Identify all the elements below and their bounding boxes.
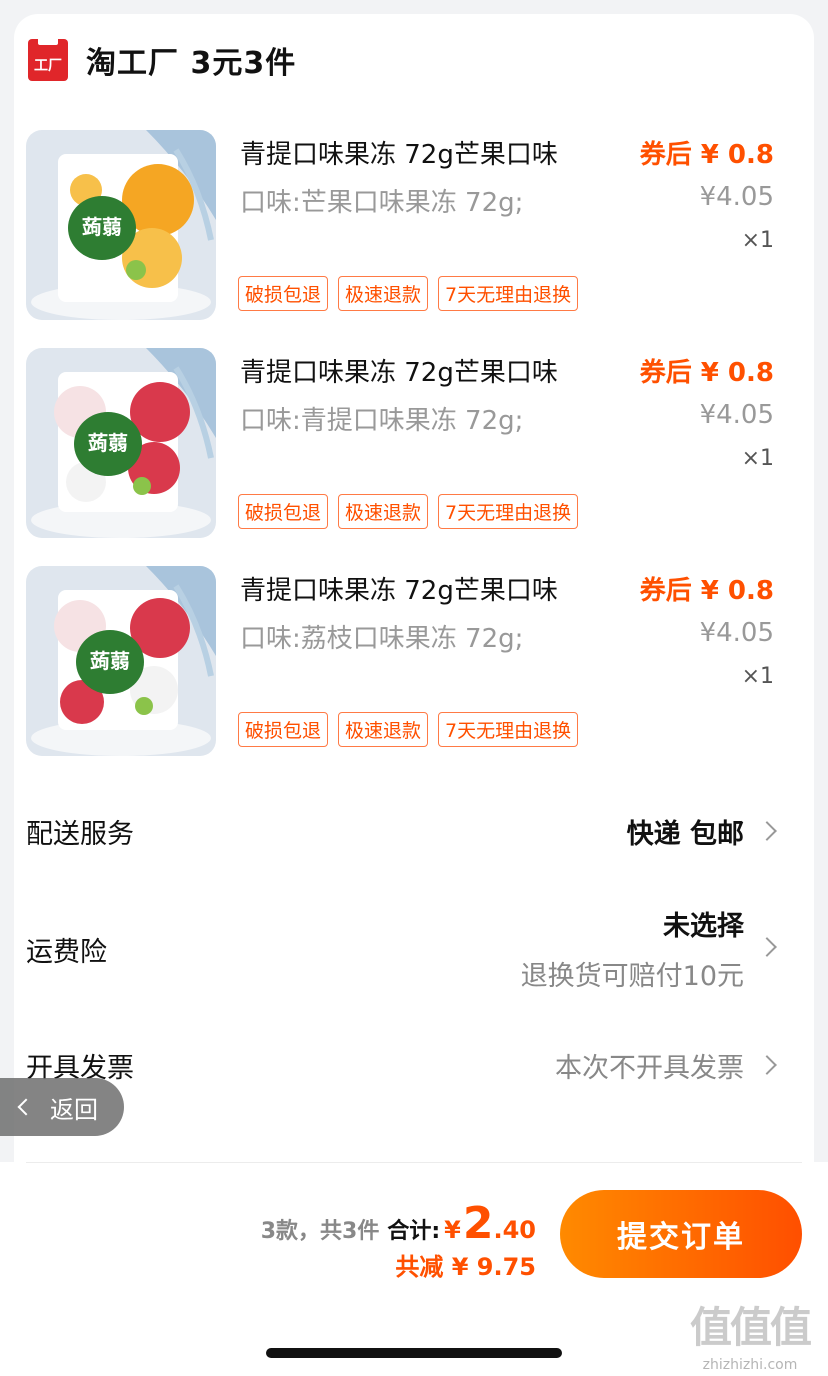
delivery-row[interactable]: 配送服务 快递 包邮 (26, 812, 777, 852)
item-count: 3款，共3件 (260, 1219, 380, 1244)
order-item[interactable]: 蒟蒻 青提口味果冻 72g芒果口味 口味:荔枝口味果冻 72g; 券后 ¥ 0.… (26, 566, 774, 758)
service-tags: 破损包退 极速退款 7天无理由退换 (238, 712, 579, 747)
order-item[interactable]: 蒟蒻 青提口味果冻 72g芒果口味 口味:青提口味果冻 72g; 券后 ¥ 0.… (26, 348, 774, 540)
store-header[interactable]: 工厂 淘工厂 3元3件 (28, 35, 297, 82)
shipping-insurance-label: 运费险 (26, 937, 107, 968)
total-decimal: .40 (493, 1216, 536, 1244)
store-logo-text: 工厂 (34, 58, 62, 74)
shipping-insurance-value: 未选择 (663, 911, 744, 942)
price-original: ¥4.05 (699, 182, 774, 212)
pack-label: 蒟蒻 (82, 215, 122, 239)
tag-fast-refund: 极速退款 (338, 276, 429, 311)
order-summary: 3款，共3件 合计: ¥ 2 .40 (261, 1198, 536, 1249)
service-tags: 破损包退 极速退款 7天无理由退换 (238, 276, 579, 311)
product-image[interactable]: 蒟蒻 (26, 348, 216, 538)
price-after-coupon: 券后 ¥ 0.8 (639, 576, 774, 606)
product-spec: 口味:青提口味果冻 72g; (240, 406, 524, 436)
tag-fast-refund: 极速退款 (338, 712, 429, 747)
store-logo-icon: 工厂 (28, 35, 68, 81)
tag-7day-return: 7天无理由退换 (438, 712, 579, 747)
pack-label: 蒟蒻 (90, 649, 130, 673)
product-title[interactable]: 青提口味果冻 72g芒果口味 (240, 134, 558, 171)
chevron-right-icon (757, 1055, 777, 1075)
total-integer: 2 (462, 1198, 494, 1249)
store-name: 淘工厂 3元3件 (86, 46, 297, 81)
submit-order-button[interactable]: 提交订单 (560, 1190, 802, 1278)
back-button[interactable]: 返回 (0, 1078, 124, 1136)
tag-damage-refund: 破损包退 (238, 712, 329, 747)
currency-symbol: ¥ (444, 1216, 461, 1244)
service-tags: 破损包退 极速退款 7天无理由退换 (238, 494, 579, 529)
product-image[interactable]: 蒟蒻 (26, 566, 216, 756)
shipping-insurance-row[interactable]: 运费险 未选择 退换货可赔付10元 (26, 904, 777, 994)
delivery-value: 快递 包邮 (626, 819, 744, 850)
price-original: ¥4.05 (699, 618, 774, 648)
home-indicator[interactable] (266, 1348, 562, 1358)
quantity: ×1 (741, 228, 774, 253)
shipping-insurance-sub: 退换货可赔付10元 (520, 961, 744, 992)
price-original: ¥4.05 (699, 400, 774, 430)
watermark-logo: 值值值 (689, 1303, 812, 1352)
total-label: 合计: (387, 1219, 441, 1244)
delivery-label: 配送服务 (26, 819, 134, 850)
invoice-row[interactable]: 开具发票 本次不开具发票 (26, 1046, 777, 1086)
tag-damage-refund: 破损包退 (238, 276, 329, 311)
pack-label: 蒟蒻 (88, 431, 128, 455)
invoice-value: 本次不开具发票 (555, 1053, 744, 1084)
divider (26, 1162, 802, 1163)
order-item[interactable]: 蒟蒻 青提口味果冻 72g芒果口味 口味:芒果口味果冻 72g; 券后 ¥ 0.… (26, 130, 774, 322)
tag-fast-refund: 极速退款 (338, 494, 429, 529)
product-spec: 口味:芒果口味果冻 72g; (240, 188, 524, 218)
chevron-left-icon (17, 1098, 35, 1116)
watermark-url: zhizhizhi.com (702, 1357, 798, 1373)
price-after-coupon: 券后 ¥ 0.8 (639, 140, 774, 170)
chevron-right-icon (757, 821, 777, 841)
product-image[interactable]: 蒟蒻 (26, 130, 216, 320)
back-label: 返回 (50, 1095, 98, 1124)
product-spec: 口味:荔枝口味果冻 72g; (240, 624, 524, 654)
quantity: ×1 (741, 446, 774, 471)
tag-7day-return: 7天无理由退换 (438, 276, 579, 311)
tag-7day-return: 7天无理由退换 (438, 494, 579, 529)
discount-total: 共减 ¥ 9.75 (395, 1253, 536, 1281)
watermark: 值值值 zhizhizhi.com (676, 1294, 824, 1373)
tag-damage-refund: 破损包退 (238, 494, 329, 529)
price-after-coupon: 券后 ¥ 0.8 (639, 358, 774, 388)
quantity: ×1 (741, 664, 774, 689)
product-title[interactable]: 青提口味果冻 72g芒果口味 (240, 352, 558, 389)
product-title[interactable]: 青提口味果冻 72g芒果口味 (240, 570, 558, 607)
chevron-right-icon (757, 937, 777, 957)
